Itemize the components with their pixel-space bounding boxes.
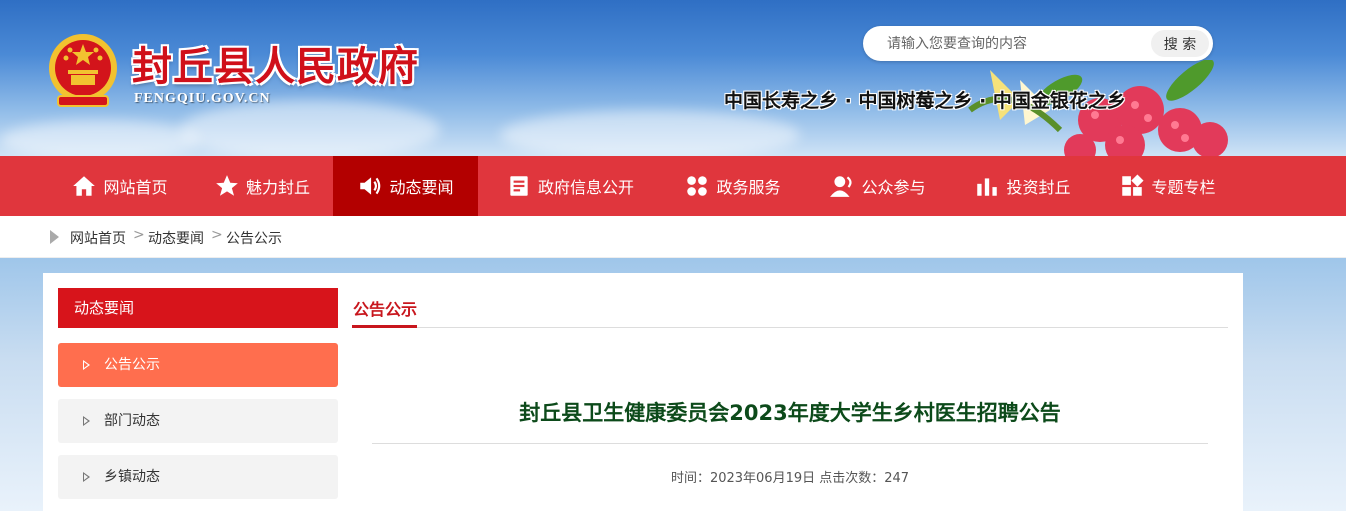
nav-item-label: 公众参与: [861, 178, 926, 197]
nav-item-label: 投资封丘: [1006, 178, 1071, 197]
breadcrumb-news[interactable]: 动态要闻: [148, 228, 204, 248]
breadcrumb-home[interactable]: 网站首页: [70, 228, 126, 248]
sidebar-item-label: 公告公示: [104, 357, 160, 373]
sidebar-item-notices[interactable]: 公告公示: [58, 343, 338, 387]
nav-item-services[interactable]: 政务服务: [665, 156, 800, 216]
article-meta: 时间：2023年06月19日 点击次数：247: [670, 471, 910, 486]
slogan: 中国长寿之乡 · 中国树莓之乡 · 中国金银花之乡: [724, 90, 1126, 112]
search-box: 搜 索: [863, 26, 1213, 61]
nav-item-label: 网站首页: [103, 178, 168, 197]
breadcrumb: 网站首页 > 动态要闻 > 公告公示: [0, 216, 1346, 258]
site-title: 封丘县人民政府: [132, 43, 419, 90]
nav-item-participation[interactable]: 公众参与: [810, 156, 945, 216]
star-icon: [216, 175, 238, 196]
site-header: 封丘县人民政府 FENGQIU.GOV.CN 搜 索 中国长寿之乡 · 中国树莓…: [0, 0, 1346, 156]
site-domain: FENGQIU.GOV.CN: [134, 91, 271, 106]
nav-item-gov-info[interactable]: 政府信息公开: [490, 156, 650, 216]
content-tab-title: 公告公示: [353, 300, 418, 319]
sidebar-item-label: 乡镇动态: [104, 469, 160, 485]
speaker-icon: [360, 177, 381, 195]
nav-item-topics[interactable]: 专题专栏: [1100, 156, 1235, 216]
search-button[interactable]: 搜 索: [1151, 30, 1209, 57]
breadcrumb-notices[interactable]: 公告公示: [226, 228, 282, 248]
nav-item-home[interactable]: 网站首页: [52, 156, 187, 216]
breadcrumb-separator: >: [211, 227, 223, 243]
people-icon: [687, 176, 708, 196]
main-nav: 网站首页 魅力封丘 动态要闻 政府信息公开 政务服务 公众参与 投资封丘 专题专…: [0, 156, 1346, 216]
bar-chart-icon: [977, 178, 998, 196]
article-title: 封丘县卫生健康委员会2023年度大学生乡村医生招聘公告: [519, 401, 1061, 425]
caret-right-icon: [83, 360, 90, 370]
caret-right-icon: [83, 416, 90, 426]
content-tab-underline: [352, 325, 417, 328]
document-icon: [510, 176, 528, 196]
article-divider: [372, 443, 1208, 444]
home-icon: [73, 176, 96, 196]
breadcrumb-arrow-icon: [50, 230, 59, 244]
national-emblem-icon: [49, 34, 117, 107]
user-chat-icon: [830, 176, 852, 197]
nav-item-news[interactable]: 动态要闻: [333, 156, 478, 216]
nav-item-label: 专题专栏: [1151, 178, 1216, 197]
search-input[interactable]: [877, 26, 1147, 61]
breadcrumb-separator: >: [133, 227, 145, 243]
caret-right-icon: [83, 472, 90, 482]
sidebar-item-department[interactable]: 部门动态: [58, 399, 338, 443]
sidebar-item-township[interactable]: 乡镇动态: [58, 455, 338, 499]
nav-item-label: 政府信息公开: [537, 178, 634, 197]
nav-item-label: 魅力封丘: [245, 178, 310, 197]
nav-item-investment[interactable]: 投资封丘: [955, 156, 1090, 216]
sidebar-heading: 动态要闻: [58, 288, 338, 328]
content-divider: [352, 327, 1228, 328]
nav-item-charm[interactable]: 魅力封丘: [197, 156, 327, 216]
nav-item-label: 动态要闻: [389, 178, 454, 197]
grid-icon: [1122, 174, 1145, 196]
sidebar-item-label: 部门动态: [104, 413, 160, 429]
nav-item-label: 政务服务: [716, 178, 781, 197]
